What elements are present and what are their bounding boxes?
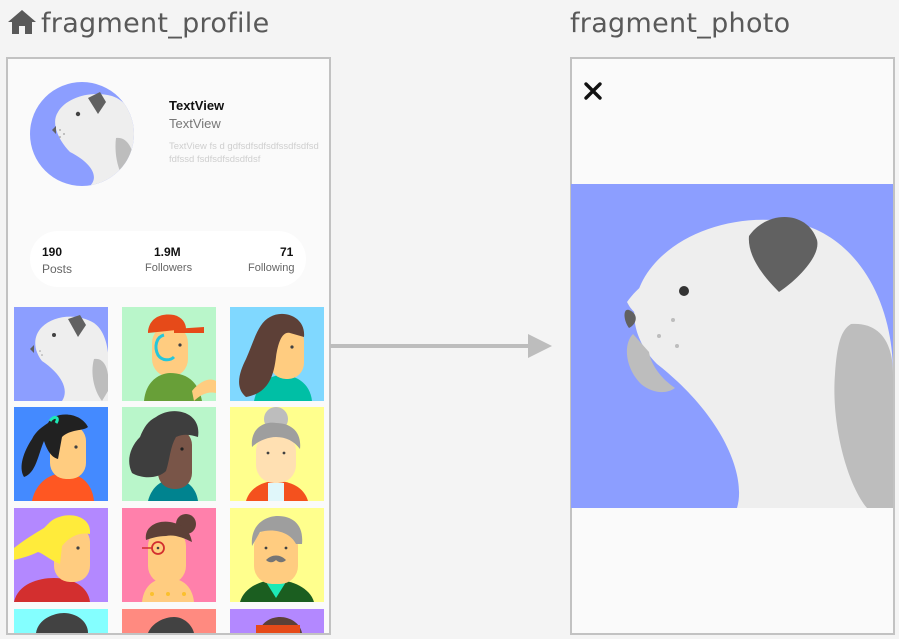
grid-photo-ponytail-woman[interactable] <box>14 407 108 501</box>
following-count: 71 <box>280 245 294 259</box>
grid-photo-partial-2[interactable] <box>122 609 216 633</box>
followers-label: Followers <box>145 262 193 274</box>
grid-photo-long-hair-woman[interactable] <box>230 307 324 401</box>
grid-photo-partial-3[interactable] <box>230 609 324 633</box>
profile-name: TextView <box>169 98 225 113</box>
grid-photo-cap-man[interactable] <box>122 307 216 401</box>
profile-description: TextView fs d gdfsdfsdfsdfssdfsdfsdfdfss… <box>169 141 319 165</box>
close-icon[interactable] <box>583 80 603 102</box>
grid-photo-curly-woman[interactable] <box>122 407 216 501</box>
grid-photo-blonde-woman[interactable] <box>14 508 108 602</box>
full-photo-dog <box>571 184 893 508</box>
stats-card: 190 Posts 1.9M Followers 71 Following <box>30 231 306 287</box>
posts-label: Posts <box>42 262 73 276</box>
transition-arrow-icon <box>330 334 552 358</box>
home-icon <box>8 10 36 34</box>
following-label: Following <box>248 262 295 274</box>
profile-avatar[interactable] <box>30 82 134 186</box>
grid-photo-bun-elder-woman[interactable] <box>230 407 324 501</box>
profile-screen-label: fragment_profile <box>41 8 270 39</box>
grid-photo-glasses-woman[interactable] <box>122 508 216 602</box>
posts-count: 190 <box>42 245 63 259</box>
followers-count: 1.9M <box>154 245 181 259</box>
grid-photo-partial-1[interactable] <box>14 609 108 633</box>
photo-screen-label: fragment_photo <box>570 8 791 39</box>
grid-photo-dog[interactable] <box>14 307 108 401</box>
profile-subtitle: TextView <box>169 116 221 131</box>
grid-photo-mustache-man[interactable] <box>230 508 324 602</box>
